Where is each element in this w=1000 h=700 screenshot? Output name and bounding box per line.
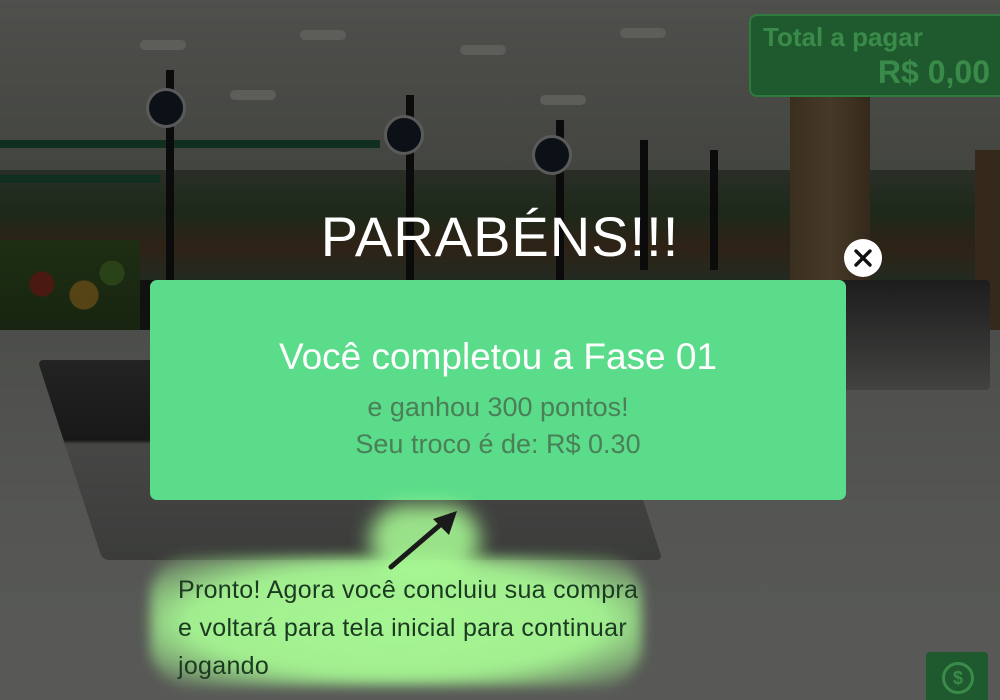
total-label: Total a pagar [763, 22, 923, 52]
money-icon: $ [942, 662, 974, 694]
change-amount: Seu troco é de: R$ 0.30 [355, 429, 641, 459]
money-button[interactable]: $ [926, 652, 988, 700]
arrow-up-right-icon [388, 511, 457, 570]
total-to-pay-box: Total a pagar R$ 0,00 [749, 14, 1000, 97]
phase-complete-title: Você completou a Fase 01 [278, 336, 718, 377]
total-value: R$ 0,00 [877, 54, 990, 90]
result-panel: Você completou a Fase 01 e ganhou 300 po… [150, 280, 846, 500]
points-earned: e ganhou 300 pontos! [367, 392, 629, 422]
close-icon [854, 249, 872, 267]
close-button[interactable] [844, 239, 882, 277]
hint-text: Pronto! Agora você concluiu sua compra e… [178, 576, 639, 680]
